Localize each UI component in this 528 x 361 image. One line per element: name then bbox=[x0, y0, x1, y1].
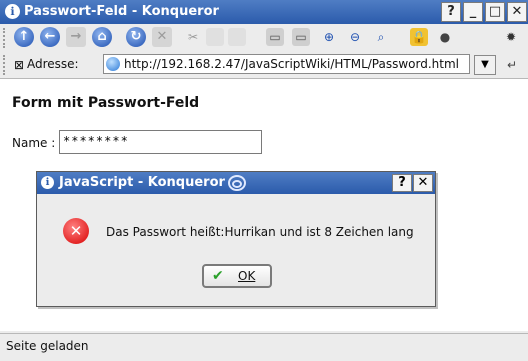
status-bar: Seite geladen bbox=[0, 333, 528, 361]
back-icon[interactable]: ← bbox=[40, 27, 60, 47]
minimize-button[interactable]: _ bbox=[463, 2, 483, 22]
location-label: Adresse: bbox=[27, 57, 79, 71]
zoom-icon[interactable]: ⌕ bbox=[372, 28, 390, 46]
zoom-out-icon[interactable]: ⊖ bbox=[346, 28, 364, 46]
help-button[interactable]: ? bbox=[441, 2, 461, 22]
home-icon[interactable]: ⌂ bbox=[92, 27, 112, 47]
reload-icon[interactable]: ↻ bbox=[126, 27, 146, 47]
alert-message: Das Passwort heißt:Hurrikan und ist 8 Ze… bbox=[106, 225, 414, 239]
alert-dialog: ℹ JavaScript - Konqueror ? ✕ ✕ Das Passw… bbox=[36, 171, 436, 307]
url-text[interactable]: http://192.168.2.47/JavaScriptWiki/HTML/… bbox=[124, 57, 459, 71]
print-frame-icon[interactable]: ▭ bbox=[292, 28, 310, 46]
status-text: Seite geladen bbox=[6, 339, 89, 353]
password-field[interactable]: ******** bbox=[59, 130, 262, 154]
dialog-help-button[interactable]: ? bbox=[392, 174, 412, 192]
main-toolbar: ↑ ← → ⌂ ↻ ✕ ✂ ▭ ▭ ⊕ ⊖ ⌕ 🔒 ● ✹ bbox=[0, 24, 528, 52]
paste-icon[interactable] bbox=[228, 28, 246, 46]
zoom-in-icon[interactable]: ⊕ bbox=[320, 28, 338, 46]
dialog-title: JavaScript - Konqueror bbox=[59, 175, 225, 190]
ok-label: OK bbox=[238, 269, 256, 283]
close-button[interactable]: ✕ bbox=[507, 2, 527, 22]
kde-swirl-icon bbox=[228, 175, 246, 191]
error-icon: ✕ bbox=[63, 218, 89, 244]
lock-icon[interactable]: 🔒 bbox=[410, 28, 428, 46]
page-favicon-icon bbox=[106, 57, 120, 71]
ok-button[interactable]: ✔ OK bbox=[202, 264, 272, 288]
locbar-grip-icon[interactable] bbox=[3, 55, 9, 75]
stop-icon[interactable]: ✕ bbox=[152, 27, 172, 47]
kde-gear-icon[interactable]: ✹ bbox=[502, 28, 520, 46]
cut-icon[interactable]: ✂ bbox=[184, 28, 202, 46]
url-history-dropdown[interactable]: ▼ bbox=[474, 55, 496, 75]
print-icon[interactable]: ▭ bbox=[266, 28, 284, 46]
url-input[interactable]: http://192.168.2.47/JavaScriptWiki/HTML/… bbox=[103, 54, 470, 74]
window-title: Passwort-Feld - Konqueror bbox=[24, 4, 219, 19]
download-icon[interactable]: ● bbox=[436, 28, 454, 46]
browser-window: ℹ Passwort-Feld - Konqueror ? _ □ ✕ ↑ ← … bbox=[0, 0, 528, 361]
checkmark-icon: ✔ bbox=[212, 268, 224, 284]
go-icon[interactable]: ↵ bbox=[503, 56, 521, 74]
up-arrow-icon[interactable]: ↑ bbox=[14, 27, 34, 47]
forward-icon[interactable]: → bbox=[66, 27, 86, 47]
copy-icon[interactable] bbox=[206, 28, 224, 46]
maximize-button[interactable]: □ bbox=[485, 2, 505, 22]
konqueror-icon[interactable]: ℹ bbox=[41, 176, 54, 189]
clear-location-icon[interactable]: ⊠ bbox=[10, 56, 28, 74]
toolbar-grip-icon[interactable] bbox=[3, 28, 9, 48]
dialog-title-bar: ℹ JavaScript - Konqueror ? ✕ bbox=[37, 172, 435, 194]
location-bar: ⊠ Adresse: http://192.168.2.47/JavaScrip… bbox=[0, 51, 528, 79]
page-heading: Form mit Passwort-Feld bbox=[12, 95, 200, 111]
name-label: Name : bbox=[12, 136, 56, 150]
konqueror-icon[interactable]: ℹ bbox=[5, 4, 20, 19]
title-bar: ℹ Passwort-Feld - Konqueror ? _ □ ✕ bbox=[0, 0, 528, 24]
dialog-close-button[interactable]: ✕ bbox=[413, 174, 433, 192]
